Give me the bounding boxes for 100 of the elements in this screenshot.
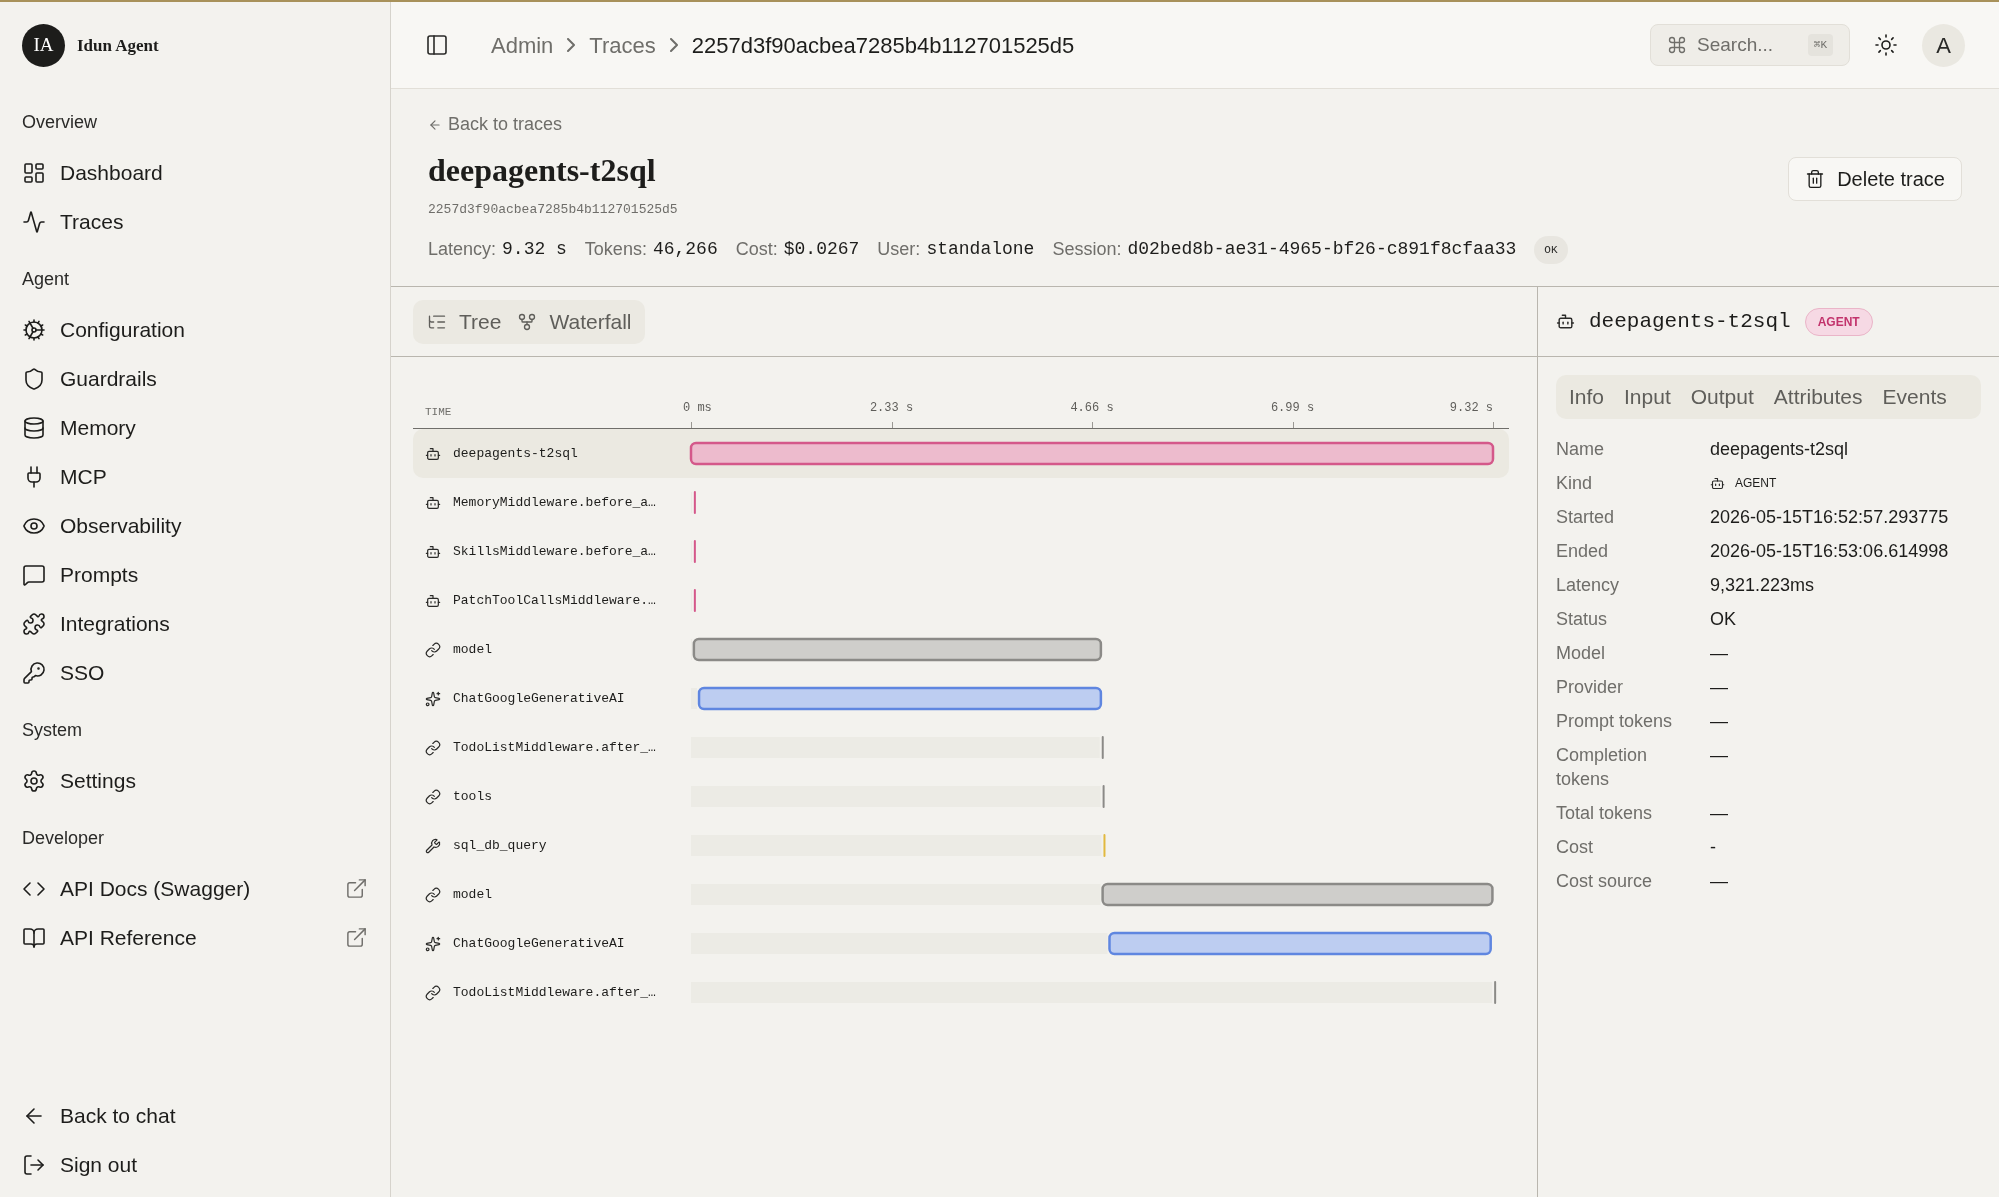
span-row[interactable]: tools bbox=[413, 772, 1509, 821]
axis-tick-label: 4.66 s bbox=[1070, 400, 1114, 417]
back-link[interactable]: Back to traces bbox=[428, 111, 563, 138]
field-value: — bbox=[1710, 744, 1729, 767]
field-label: Provider bbox=[1556, 676, 1625, 699]
span-offset bbox=[691, 688, 697, 709]
span-bar[interactable] bbox=[692, 637, 1103, 662]
nav-item[interactable]: API Docs (Swagger) bbox=[22, 872, 345, 905]
breadcrumb-item[interactable]: 2257d3f90acbea7285b4b112701525d5 bbox=[691, 28, 1075, 62]
breadcrumb-item[interactable]: Traces bbox=[589, 28, 656, 62]
span-row[interactable]: model bbox=[413, 870, 1509, 919]
breadcrumb-item[interactable]: Admin bbox=[491, 28, 554, 62]
field-label: Started bbox=[1556, 506, 1616, 529]
span-name: PatchToolCallsMiddleware.… bbox=[453, 591, 656, 610]
delete-trace-button[interactable]: Delete trace bbox=[1788, 157, 1962, 201]
nav-item[interactable]: Guardrails bbox=[22, 362, 368, 395]
nav-item[interactable]: Sign out bbox=[22, 1140, 368, 1189]
cog-icon bbox=[22, 317, 46, 342]
stat-value: $0.0267 bbox=[783, 238, 860, 262]
nav-item[interactable]: Prompts bbox=[22, 558, 368, 591]
span-bar[interactable] bbox=[697, 686, 1103, 711]
stat-value: d02bed8b-ae31-4965-bf26-c891f8cfaa33 bbox=[1127, 238, 1517, 262]
span-row[interactable]: MemoryMiddleware.before_a… bbox=[413, 478, 1509, 527]
span-name: TodoListMiddleware.after_… bbox=[453, 738, 656, 757]
axis-tick-label: 0 ms bbox=[683, 400, 712, 417]
external-link-icon[interactable] bbox=[345, 926, 368, 949]
section-heading: Developer bbox=[22, 827, 106, 850]
key-icon bbox=[22, 660, 46, 685]
sign-out-icon bbox=[22, 1152, 46, 1177]
span-name: sql_db_query bbox=[453, 836, 547, 855]
span-name: tools bbox=[453, 787, 492, 806]
span-bar[interactable] bbox=[689, 441, 1495, 466]
span-bar[interactable] bbox=[1108, 931, 1492, 956]
stat-label: Session: bbox=[1052, 238, 1122, 262]
axis-tick-label: 6.99 s bbox=[1270, 400, 1315, 417]
nav-item[interactable]: Back to chat bbox=[22, 1091, 368, 1140]
span-marker[interactable] bbox=[693, 491, 696, 514]
nav-item[interactable]: Configuration bbox=[22, 313, 368, 346]
nav-item[interactable]: Memory bbox=[22, 411, 368, 444]
stat-label: User: bbox=[877, 238, 921, 262]
field-label: Status bbox=[1556, 608, 1609, 631]
span-row[interactable]: deepagents-t2sql bbox=[413, 429, 1509, 478]
span-row[interactable]: sql_db_query bbox=[413, 821, 1509, 870]
view-tab[interactable]: Tree bbox=[427, 305, 502, 338]
nav-item[interactable]: Traces bbox=[22, 205, 368, 238]
chevron-right-icon bbox=[669, 38, 678, 52]
span-row[interactable]: PatchToolCallsMiddleware.… bbox=[413, 576, 1509, 625]
theme-toggle-icon[interactable] bbox=[1874, 33, 1898, 57]
field-value: — bbox=[1710, 642, 1729, 665]
span-row[interactable]: ChatGoogleGenerativeAI bbox=[413, 919, 1509, 968]
field-value: 2026-05-15T16:52:57.293775 bbox=[1710, 506, 1950, 529]
span-row[interactable]: model bbox=[413, 625, 1509, 674]
field-value: — bbox=[1710, 802, 1729, 825]
shield-icon bbox=[22, 366, 46, 391]
span-marker[interactable] bbox=[1101, 736, 1104, 759]
field-label: Completion tokens bbox=[1556, 744, 1649, 791]
nav-item[interactable]: Settings bbox=[22, 764, 368, 797]
section-heading: Agent bbox=[22, 268, 71, 291]
section-heading: System bbox=[22, 719, 83, 742]
stat-value: 9.32 s bbox=[502, 238, 567, 262]
span-marker[interactable] bbox=[693, 540, 696, 563]
field-label: Cost bbox=[1556, 836, 1594, 859]
span-marker[interactable] bbox=[1102, 785, 1105, 808]
span-marker[interactable] bbox=[1494, 981, 1497, 1004]
detail-tab[interactable]: Events bbox=[1882, 381, 1947, 413]
chevron-right-icon bbox=[567, 38, 576, 52]
book-icon bbox=[22, 925, 46, 950]
view-tab[interactable]: Waterfall bbox=[517, 305, 632, 338]
span-row[interactable]: ChatGoogleGenerativeAI bbox=[413, 674, 1509, 723]
span-name: ChatGoogleGenerativeAI bbox=[453, 934, 625, 953]
span-marker[interactable] bbox=[1103, 834, 1106, 857]
span-marker[interactable] bbox=[693, 589, 696, 612]
span-bar[interactable] bbox=[1101, 882, 1494, 907]
section-heading: Overview bbox=[22, 111, 98, 134]
span-name: deepagents-t2sql bbox=[453, 444, 578, 463]
puzzle-icon bbox=[22, 611, 46, 636]
nav-item[interactable]: Dashboard bbox=[22, 156, 368, 189]
nav-item[interactable]: SSO bbox=[22, 656, 368, 689]
user-avatar[interactable]: A bbox=[1922, 23, 1965, 67]
field-label: Latency bbox=[1556, 574, 1621, 597]
sidebar-toggle-icon[interactable] bbox=[425, 33, 449, 57]
nav-item[interactable]: Observability bbox=[22, 509, 368, 542]
detail-tab[interactable]: Attributes bbox=[1773, 381, 1863, 413]
field-value: — bbox=[1710, 710, 1729, 733]
search-button[interactable]: Search... ⌘K bbox=[1650, 24, 1850, 66]
span-row[interactable]: SkillsMiddleware.before_a… bbox=[413, 527, 1509, 576]
nav-item[interactable]: API Reference bbox=[22, 921, 345, 954]
span-row[interactable]: TodoListMiddleware.after_… bbox=[413, 968, 1509, 1017]
field-label: Prompt tokens bbox=[1556, 710, 1674, 733]
detail-tab[interactable]: Input bbox=[1624, 381, 1671, 413]
axis-tick-label: 9.32 s bbox=[1449, 400, 1493, 417]
detail-tab[interactable]: Output bbox=[1690, 381, 1754, 413]
span-name: model bbox=[453, 640, 492, 659]
message-icon bbox=[22, 562, 46, 587]
span-row[interactable]: TodoListMiddleware.after_… bbox=[413, 723, 1509, 772]
detail-tab[interactable]: Info bbox=[1569, 381, 1605, 413]
trace-title: deepagents-t2sql bbox=[428, 151, 657, 190]
external-link-icon[interactable] bbox=[345, 877, 368, 900]
nav-item[interactable]: Integrations bbox=[22, 607, 368, 640]
nav-item[interactable]: MCP bbox=[22, 460, 368, 493]
